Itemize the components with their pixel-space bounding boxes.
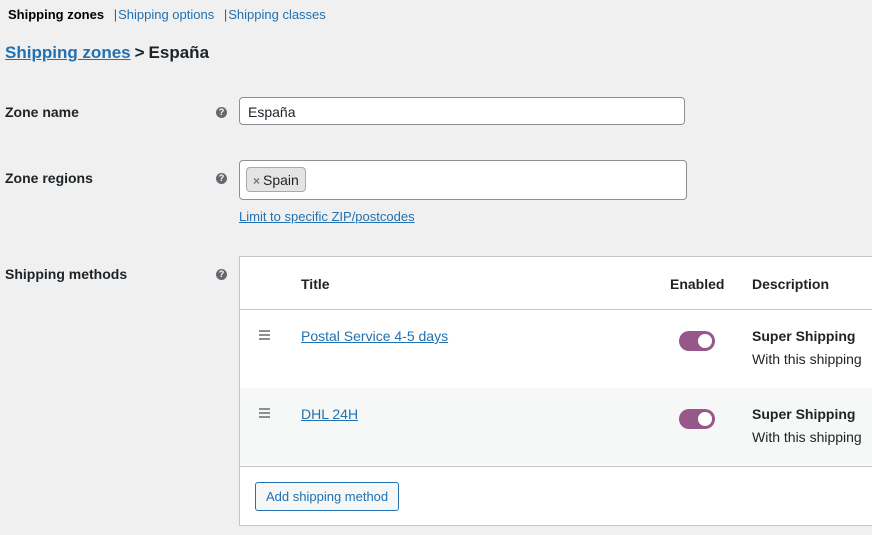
zone-name-input[interactable]: España — [239, 97, 685, 125]
region-chip: × Spain — [246, 167, 306, 192]
subnav-shipping-classes-link[interactable]: Shipping classes — [228, 7, 326, 22]
drag-handle-icon[interactable] — [259, 408, 270, 420]
column-header-title: Title — [301, 276, 330, 292]
help-icon[interactable]: ? — [216, 269, 227, 280]
footer-divider — [240, 466, 872, 467]
enabled-toggle[interactable] — [679, 331, 715, 351]
subnav-shipping-zones[interactable]: Shipping zones — [8, 7, 104, 22]
toggle-knob — [698, 412, 712, 426]
column-header-description: Description — [752, 276, 830, 292]
help-icon[interactable]: ? — [216, 107, 227, 118]
breadcrumb-current: España — [148, 43, 210, 62]
add-shipping-method-button[interactable]: Add shipping method — [255, 482, 400, 511]
column-header-enabled: Enabled — [670, 276, 725, 292]
description-text: With this shipping — [752, 429, 862, 445]
breadcrumb-separator: > — [134, 43, 145, 62]
description-title: Super Shipping — [752, 406, 856, 422]
sub-navigation: Shipping zones |Shipping options |Shippi… — [8, 7, 326, 23]
limit-postcodes-link[interactable]: Limit to specific ZIP/postcodes — [239, 209, 415, 224]
zone-name-label: Zone name — [5, 104, 79, 120]
shipping-methods-label: Shipping methods — [5, 266, 128, 282]
zone-regions-label: Zone regions — [5, 170, 93, 186]
table-row: DHL 24H Super Shipping With this shippin… — [240, 388, 872, 465]
enabled-toggle[interactable] — [679, 409, 715, 429]
description-title: Super Shipping — [752, 328, 856, 344]
help-icon[interactable]: ? — [216, 173, 227, 184]
description-text: With this shipping — [752, 351, 862, 367]
shipping-method-title-link[interactable]: DHL 24H — [301, 406, 358, 422]
toggle-knob — [698, 334, 712, 348]
subnav-shipping-options-link[interactable]: Shipping options — [118, 7, 214, 22]
region-chip-label: Spain — [263, 172, 299, 188]
shipping-method-title-link[interactable]: Postal Service 4-5 days — [301, 328, 448, 344]
shipping-methods-table: Title Enabled Description Postal Service… — [239, 256, 872, 526]
subnav-separator: | — [113, 7, 118, 22]
subnav-separator: | — [223, 7, 228, 22]
zone-regions-select[interactable]: × Spain — [239, 160, 687, 200]
remove-region-icon[interactable]: × — [253, 174, 260, 188]
breadcrumb: Shipping zones > España — [5, 43, 209, 63]
breadcrumb-shipping-zones-link[interactable]: Shipping zones — [5, 43, 131, 62]
table-row: Postal Service 4-5 days Super Shipping W… — [240, 310, 872, 387]
drag-handle-icon[interactable] — [259, 330, 270, 342]
